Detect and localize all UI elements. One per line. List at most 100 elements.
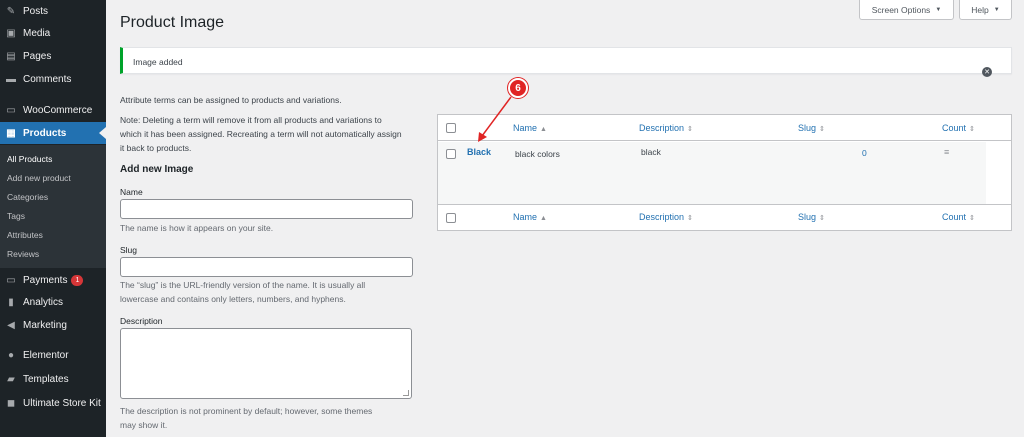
woocommerce-icon: ▭ bbox=[6, 104, 16, 116]
sidebar-item-templates[interactable]: ▰ Templates bbox=[0, 368, 106, 390]
column-count-footer[interactable]: Count ⇕ bbox=[942, 212, 975, 222]
term-slug: black bbox=[641, 147, 661, 157]
elementor-icon: ● bbox=[7, 349, 15, 361]
resize-handle-icon[interactable] bbox=[403, 390, 409, 396]
sidebar-item-products[interactable]: ▦ Products bbox=[0, 122, 106, 144]
sort-icon: ⇕ bbox=[969, 126, 975, 133]
drag-handle-icon[interactable]: ≡ bbox=[944, 147, 949, 157]
caret-down-icon: ▼ bbox=[993, 6, 1000, 13]
sort-icon: ▲ bbox=[540, 126, 547, 133]
sort-icon: ⇕ bbox=[819, 126, 825, 133]
description-help-line-1: The description is not prominent by defa… bbox=[120, 406, 373, 416]
sidebar-item-label: Posts bbox=[23, 5, 49, 17]
submenu-add-new-product[interactable]: Add new product bbox=[7, 173, 71, 183]
sort-icon: ⇕ bbox=[687, 215, 693, 222]
slug-help-line-2: lowercase and contains only letters, num… bbox=[120, 294, 346, 304]
success-notice: Image added bbox=[120, 47, 1012, 74]
submenu-categories[interactable]: Categories bbox=[7, 192, 48, 202]
column-description-footer[interactable]: Description ⇕ bbox=[639, 212, 693, 222]
caret-down-icon: ▼ bbox=[935, 6, 942, 13]
column-slug-footer[interactable]: Slug ⇕ bbox=[798, 212, 825, 222]
sidebar-item-pages[interactable]: ▤ Pages bbox=[0, 45, 106, 67]
sidebar-item-label: Payments bbox=[23, 274, 68, 286]
note-line-1: Note: Deleting a term will remove it fro… bbox=[120, 115, 382, 125]
column-count-header[interactable]: Count ⇕ bbox=[942, 123, 975, 133]
payments-badge: 1 bbox=[71, 274, 84, 286]
submenu-all-products[interactable]: All Products bbox=[7, 154, 52, 164]
sidebar-item-label: Marketing bbox=[23, 319, 67, 331]
help-label: Help bbox=[971, 4, 989, 15]
sidebar-item-woocommerce[interactable]: ▭ WooCommerce bbox=[0, 99, 106, 121]
sidebar-item-ultimate-store-kit[interactable]: ◼ Ultimate Store Kit bbox=[0, 392, 106, 414]
page-title: Product Image bbox=[120, 14, 225, 31]
sidebar-item-analytics[interactable]: ▮ Analytics bbox=[0, 291, 106, 313]
pages-icon: ▤ bbox=[6, 50, 16, 62]
description-label: Description bbox=[120, 316, 163, 326]
sort-icon: ⇕ bbox=[819, 215, 825, 222]
sidebar-item-posts[interactable]: ✎ Posts bbox=[0, 0, 106, 22]
sort-icon: ⇕ bbox=[687, 126, 693, 133]
sidebar-item-label: WooCommerce bbox=[23, 104, 93, 116]
sidebar-item-label: Elementor bbox=[23, 349, 69, 361]
store-kit-icon: ◼ bbox=[6, 397, 16, 409]
sidebar-item-payments[interactable]: ▭ Payments 1 bbox=[0, 269, 106, 291]
description-textarea[interactable] bbox=[120, 328, 412, 399]
analytics-icon: ▮ bbox=[8, 296, 14, 308]
sidebar-item-label: Ultimate Store Kit bbox=[23, 397, 101, 409]
term-count-link[interactable]: 0 bbox=[862, 148, 867, 158]
slug-label: Slug bbox=[120, 245, 138, 255]
sidebar-item-media[interactable]: ▣ Media bbox=[0, 22, 106, 44]
slug-help-line-1: The “slug” is the URL-friendly version o… bbox=[120, 280, 366, 290]
admin-sidebar: ✎ Posts ▣ Media ▤ Pages ▬ Comments ▭ WooComme… bbox=[0, 0, 106, 437]
column-description-header[interactable]: Description ⇕ bbox=[639, 123, 693, 133]
sidebar-item-marketing[interactable]: ◀ Marketing bbox=[0, 314, 106, 336]
term-description: black colors bbox=[515, 149, 560, 159]
submenu-attributes[interactable]: Attributes bbox=[7, 230, 43, 240]
column-label: Name bbox=[513, 123, 538, 133]
products-icon: ▦ bbox=[6, 127, 16, 139]
select-all-checkbox[interactable] bbox=[446, 123, 456, 133]
column-name-header[interactable]: Name ▲ bbox=[513, 123, 547, 133]
column-label: Count bbox=[942, 123, 967, 133]
sidebar-item-label: Templates bbox=[23, 373, 69, 385]
note-line-3: it back to products. bbox=[120, 143, 192, 153]
sidebar-item-label: Pages bbox=[23, 50, 52, 62]
terms-table: Name ▲ Description ⇕ Slug ⇕ Count ⇕ Black bl… bbox=[437, 114, 1012, 231]
sidebar-item-label: Comments bbox=[23, 73, 72, 85]
column-label: Name bbox=[513, 212, 538, 222]
pin-icon: ✎ bbox=[6, 5, 16, 17]
sidebar-item-elementor[interactable]: ● Elementor bbox=[0, 344, 106, 366]
column-slug-header[interactable]: Slug ⇕ bbox=[798, 123, 825, 133]
row-checkbox[interactable] bbox=[446, 149, 456, 159]
sidebar-item-label: Media bbox=[23, 27, 51, 39]
column-label: Description bbox=[639, 123, 685, 133]
select-all-checkbox-footer[interactable] bbox=[446, 213, 456, 223]
name-help: The name is how it appears on your site. bbox=[120, 223, 274, 233]
term-name-link[interactable]: Black bbox=[467, 147, 491, 157]
step-marker: 6 bbox=[508, 78, 528, 98]
column-label: Slug bbox=[798, 123, 817, 133]
help-button[interactable]: Help ▼ bbox=[959, 0, 1012, 20]
comments-icon: ▬ bbox=[6, 73, 16, 85]
column-label: Slug bbox=[798, 212, 817, 222]
note-line-2: which it has been assigned. Recreating a… bbox=[120, 129, 402, 139]
sidebar-item-label: Products bbox=[23, 127, 67, 139]
sidebar-item-label: Analytics bbox=[23, 296, 64, 308]
name-input[interactable] bbox=[120, 199, 413, 219]
screen-options-button[interactable]: Screen Options ▼ bbox=[859, 0, 954, 20]
slug-input[interactable] bbox=[120, 257, 413, 277]
screen-options-label: Screen Options bbox=[871, 4, 931, 15]
templates-icon: ▰ bbox=[7, 373, 15, 385]
column-name-footer[interactable]: Name ▲ bbox=[513, 212, 547, 222]
sort-icon: ▲ bbox=[540, 215, 547, 222]
payments-icon: ▭ bbox=[6, 274, 16, 286]
dismiss-icon[interactable]: ✕ bbox=[982, 67, 992, 77]
description-help-line-2: may show it. bbox=[120, 420, 168, 430]
submenu-reviews[interactable]: Reviews bbox=[7, 249, 39, 259]
products-submenu: All Products Add new product Categories … bbox=[0, 145, 106, 268]
sidebar-item-comments[interactable]: ▬ Comments bbox=[0, 68, 106, 90]
submenu-tags[interactable]: Tags bbox=[7, 211, 25, 221]
marketing-icon: ◀ bbox=[7, 319, 15, 331]
sort-icon: ⇕ bbox=[969, 215, 975, 222]
intro-text: Attribute terms can be assigned to produ… bbox=[120, 95, 342, 105]
